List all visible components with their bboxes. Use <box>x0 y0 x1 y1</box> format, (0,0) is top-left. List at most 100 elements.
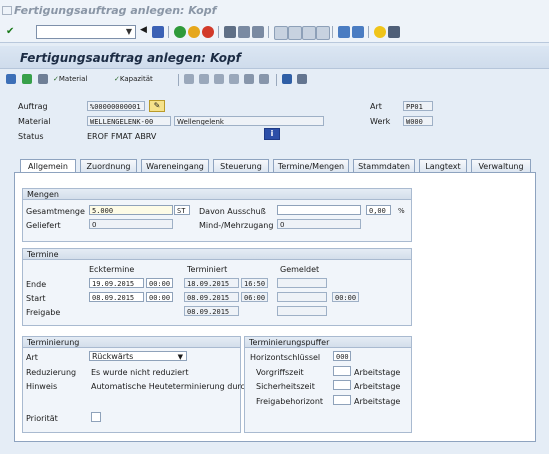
tab-allgemein[interactable]: Allgemein <box>20 159 76 173</box>
ausschuss-label: Davon Ausschuß <box>199 207 266 216</box>
unit-field[interactable]: ST <box>174 205 190 215</box>
next-page-icon[interactable] <box>302 26 316 40</box>
previous-page-icon[interactable] <box>288 26 302 40</box>
freigabe-terminiert-date: 08.09.2015 <box>184 306 239 316</box>
tab-langtext[interactable]: Langtext <box>419 159 467 172</box>
separator <box>368 26 369 38</box>
scheduling-type-value: Rückwärts <box>92 352 134 361</box>
art-label: Art <box>370 102 382 111</box>
hinweis-label: Hinweis <box>26 382 58 391</box>
tab-steuerung[interactable]: Steuerung <box>213 159 269 172</box>
ausschuss-field[interactable] <box>277 205 361 215</box>
prioritaet-field[interactable] <box>91 412 101 422</box>
kapazitaet-button-label: Kapazität <box>119 75 153 83</box>
layout-menu-icon[interactable] <box>388 26 400 38</box>
ende-terminiert-time: 16:50 <box>241 278 268 288</box>
terminiert-header: Terminiert <box>187 265 228 274</box>
edit-icon[interactable]: ✎ <box>149 100 165 112</box>
auftrag-field[interactable]: %00000000001 <box>87 101 145 111</box>
window-title: Fertigungsauftrag anlegen: Kopf <box>14 4 217 17</box>
scheduling-type-select[interactable]: Rückwärts ▼ <box>89 351 187 361</box>
enter-icon[interactable]: ✔ <box>6 26 14 37</box>
vorgriffszeit-field[interactable] <box>333 366 351 376</box>
vorgriffszeit-unit: Arbeitstage <box>354 368 401 377</box>
cancel-icon[interactable] <box>202 26 214 38</box>
start-terminiert-time: 06:00 <box>241 292 268 302</box>
freigabe-gemeldet-date <box>277 306 327 316</box>
shortcut-icon[interactable] <box>352 26 364 38</box>
window-titlebar: Fertigungsauftrag anlegen: Kopf <box>0 0 549 23</box>
chevron-down-icon[interactable]: ▼ <box>178 352 183 360</box>
prt-icon[interactable] <box>214 74 224 84</box>
table-icon[interactable] <box>282 74 292 84</box>
sicherheitszeit-field[interactable] <box>333 380 351 390</box>
tab-termine-mengen[interactable]: Termine/Mengen <box>273 159 349 172</box>
last-page-icon[interactable] <box>316 26 330 40</box>
first-page-icon[interactable] <box>274 26 288 40</box>
percent-sign: % <box>398 207 405 215</box>
terminierung-title: Terminierung <box>23 337 240 348</box>
print-icon[interactable] <box>224 26 236 38</box>
separator <box>332 26 333 38</box>
find-icon[interactable] <box>238 26 250 38</box>
command-dropdown-icon[interactable]: ▼ <box>123 26 135 38</box>
component-overview-icon[interactable] <box>38 74 48 84</box>
separator <box>178 74 179 86</box>
operations-icon[interactable] <box>184 74 194 84</box>
mehrzugang-field: 0 <box>277 219 361 229</box>
release-icon[interactable] <box>22 74 32 84</box>
ende-terminiert-date: 18.09.2015 <box>184 278 239 288</box>
standard-toolbar: ✔ ▼ ◀ <box>0 22 549 43</box>
sequences-icon[interactable] <box>199 74 209 84</box>
art-scheduling-label: Art <box>26 353 38 362</box>
tab-wareneingang[interactable]: Wareneingang <box>141 159 209 172</box>
transaction-icon <box>2 6 12 15</box>
ende-date-field[interactable]: 19.09.2015 <box>89 278 144 288</box>
new-session-icon[interactable] <box>338 26 350 38</box>
save-icon[interactable] <box>152 26 164 38</box>
info-icon[interactable]: i <box>264 128 280 140</box>
separator <box>268 26 269 38</box>
ende-time-field[interactable]: 00:00 <box>146 278 173 288</box>
hierarchy-icon[interactable] <box>297 74 307 84</box>
art-field[interactable]: PP01 <box>403 101 433 111</box>
geliefert-field: 0 <box>89 219 173 229</box>
find-next-icon[interactable] <box>252 26 264 38</box>
tab-zuordnung[interactable]: Zuordnung <box>80 159 137 172</box>
back-arrow-icon[interactable]: ◀ <box>140 25 147 35</box>
help-icon[interactable] <box>374 26 386 38</box>
vorgriffszeit-label: Vorgriffszeit <box>256 368 304 377</box>
back-icon[interactable] <box>174 26 186 38</box>
reduzierung-label: Reduzierung <box>26 368 77 377</box>
material-field[interactable]: WELLENGELENK-00 <box>87 116 171 126</box>
ausschuss-percent-field[interactable]: 0,00 <box>366 205 391 215</box>
exit-icon[interactable] <box>188 26 200 38</box>
page-header: Fertigungsauftrag anlegen: Kopf <box>0 46 549 69</box>
start-date-field[interactable]: 08.09.2015 <box>89 292 144 302</box>
network-icon[interactable] <box>229 74 239 84</box>
reduzierung-value: Es wurde nicht reduziert <box>91 368 189 377</box>
freigabehorizont-field[interactable] <box>333 395 351 405</box>
command-field[interactable]: ▼ <box>36 25 136 39</box>
material-button[interactable]: ✓Material <box>53 75 87 83</box>
status-icon[interactable] <box>6 74 16 84</box>
kapazitaet-button[interactable]: ✓Kapazität <box>114 75 153 83</box>
separator <box>218 26 219 38</box>
application-toolbar: ✓Material ✓Kapazität <box>0 70 549 88</box>
freigabehorizont-unit: Arbeitstage <box>354 397 401 406</box>
start-label: Start <box>26 294 46 303</box>
gesamtmenge-field[interactable]: 5.000 <box>89 205 173 215</box>
tab-stammdaten[interactable]: Stammdaten <box>353 159 415 172</box>
werk-field[interactable]: W000 <box>403 116 433 126</box>
tab-verwaltung[interactable]: Verwaltung <box>471 159 531 172</box>
documents-icon[interactable] <box>244 74 254 84</box>
mehrzugang-label: Mind-/Mehrzugang <box>199 221 274 230</box>
material-label: Material <box>18 117 51 126</box>
delete-icon[interactable] <box>259 74 269 84</box>
termine-title: Termine <box>23 249 411 260</box>
status-label: Status <box>18 132 44 141</box>
freigabe-label: Freigabe <box>26 308 61 317</box>
start-time-field[interactable]: 00:00 <box>146 292 173 302</box>
ende-label: Ende <box>26 280 47 289</box>
horizont-field[interactable]: 000 <box>333 351 351 361</box>
